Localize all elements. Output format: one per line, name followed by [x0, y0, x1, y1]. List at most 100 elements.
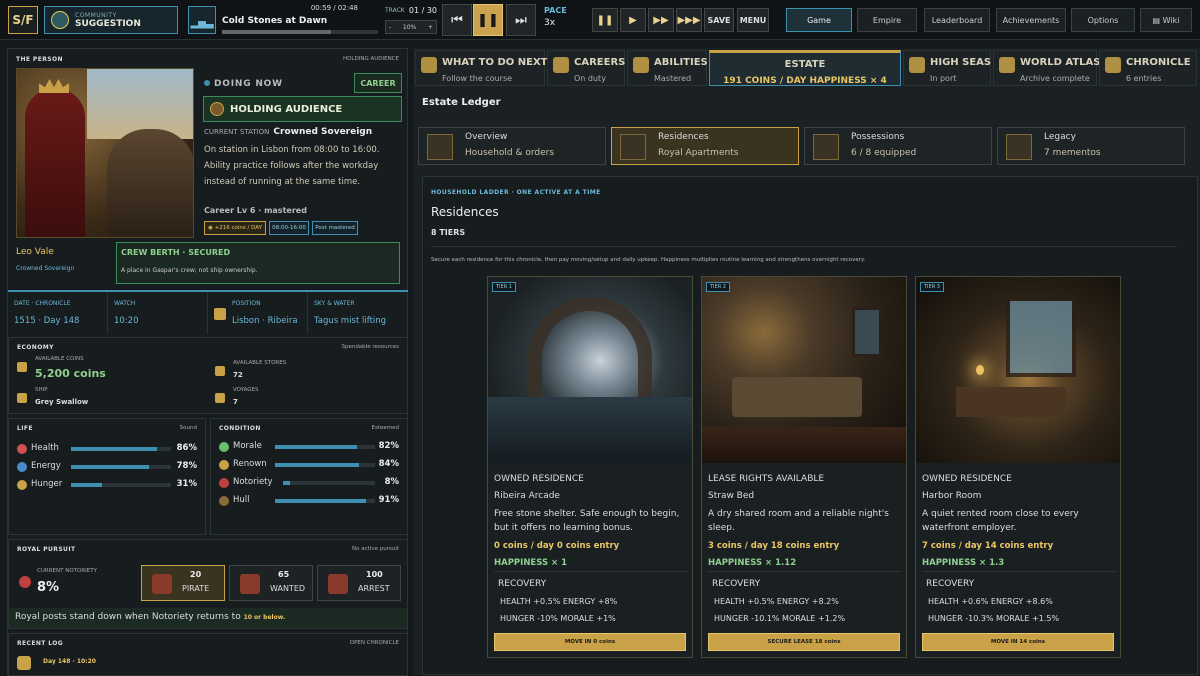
tab-careers[interactable]: CAREERS On duty — [547, 50, 625, 86]
secure-lease-button[interactable]: SECURE LEASE 18 coins — [708, 633, 900, 651]
ship-stat: SHIP Grey Swallow — [17, 387, 197, 413]
song-display: 00:59 / 02:48 Cold Stones at Dawn — [222, 4, 378, 36]
next-track-button[interactable]: ⏭ — [506, 4, 536, 36]
careers-icon — [553, 57, 569, 73]
lightbulb-icon — [51, 11, 69, 29]
equalizer-icon[interactable]: ▂▅▃ — [188, 6, 216, 34]
doing-now-label: DOING NOW — [204, 79, 283, 89]
crossed-swords-icon — [152, 574, 172, 594]
person-status: HOLDING AUDIENCE — [342, 56, 399, 62]
current-station: CURRENT STATION Crowned Sovereign — [204, 127, 373, 137]
main-panel: WHAT TO DO NEXT Follow the course CAREERS… — [413, 48, 1200, 675]
career-tag[interactable]: CAREER — [354, 73, 402, 93]
nav-wiki-label: Wiki — [1162, 15, 1180, 25]
ladder-tiers: 8 TIERS — [431, 228, 466, 237]
activity-banner: HOLDING AUDIENCE — [203, 96, 402, 122]
residence-card-2[interactable]: TIER 2 LEASE RIGHTS AVAILABLE Straw Bed … — [701, 276, 907, 658]
morale-stat: Morale 82% — [219, 441, 399, 453]
nav-game[interactable]: Game — [786, 8, 852, 32]
volume-up-button[interactable]: + — [428, 24, 433, 31]
nav-leaderboard[interactable]: Leaderboard — [924, 8, 990, 32]
pace-value: 3x — [544, 18, 556, 28]
residence-cost: 7 coins / day 14 coins entry — [922, 541, 1054, 551]
renown-stat: Renown 84% — [219, 459, 399, 471]
condition-subtitle: Esteemed — [371, 425, 400, 431]
recent-log-panel: RECENT LOG OPEN CHRONICLE Day 148 · 10:2… — [8, 633, 408, 676]
residence-card-3[interactable]: TIER 3 OWNED RESIDENCE Harbor Room A qui… — [915, 276, 1121, 658]
tab-high-seas[interactable]: HIGH SEAS In port — [903, 50, 991, 86]
song-time: 00:59 / 02:48 — [310, 4, 358, 12]
volume-control[interactable]: - 10% + — [385, 20, 437, 34]
nav-achievements[interactable]: Achievements — [996, 8, 1066, 32]
pace-3x-button[interactable]: ▶▶▶ — [676, 8, 702, 32]
life-panel: LIFE Sound Health 86% Energy 78% Hunger … — [8, 418, 206, 535]
pirate-tier-card[interactable]: 20 PIRATE — [141, 565, 225, 601]
pace-pause-button[interactable]: ❚❚ — [592, 8, 618, 32]
community-suggestion-button[interactable]: COMMUNITY SUGGESTION — [44, 6, 178, 34]
left-panel: THE PERSON HOLDING AUDIENCE DOING NOW CA… — [7, 48, 408, 676]
volume-down-button[interactable]: - — [389, 24, 391, 31]
signpost-icon — [421, 57, 437, 73]
nav-wiki[interactable]: ▤ Wiki — [1140, 8, 1192, 32]
life-title: LIFE — [17, 425, 33, 432]
estate-tab-overview[interactable]: Overview Household & orders — [418, 127, 606, 165]
economy-subtitle: Spendable resources — [341, 344, 399, 350]
move-in-button[interactable]: MOVE IN 0 coins — [494, 633, 686, 651]
tab-abilities[interactable]: ABILITIES Mastered — [627, 50, 708, 86]
wanted-poster-icon — [240, 574, 260, 594]
nav-empire[interactable]: Empire — [857, 8, 917, 32]
wanted-tier-card[interactable]: 65 WANTED — [229, 565, 313, 601]
estate-ledger-title: Estate Ledger — [422, 97, 501, 108]
residence-card-1[interactable]: TIER 1 OWNED RESIDENCE Ribeira Arcade Fr… — [487, 276, 693, 658]
ladder-description: Secure each residence for this chronicle… — [431, 257, 866, 263]
residence-cost: 0 coins / day 0 coins entry — [494, 541, 620, 551]
estate-tab-legacy[interactable]: Legacy 7 mementos — [997, 127, 1185, 165]
pursuit-note: Royal posts stand down when Notoriety re… — [9, 608, 407, 628]
pace-1x-button[interactable]: ▶ — [620, 8, 646, 32]
energy-stat: Energy 78% — [17, 461, 197, 473]
notoriety-icon — [219, 478, 229, 488]
open-book-icon — [1105, 57, 1121, 73]
health-stat: Health 86% — [17, 443, 197, 455]
nav-options[interactable]: Options — [1071, 8, 1135, 32]
crew-berth-card: CREW BERTH · SECURED A place in Gaspar's… — [116, 242, 400, 284]
activity-description: On station in Lisbon from 08:00 to 16:00… — [204, 145, 380, 187]
clipboard-icon — [427, 134, 453, 160]
economy-panel: ECONOMY Spendable resources AVAILABLE CO… — [8, 337, 408, 414]
morale-icon — [219, 442, 229, 452]
compass-icon — [215, 393, 225, 403]
save-button[interactable]: SAVE — [704, 8, 734, 32]
residence-happiness: HAPPINESS × 1.3 — [922, 558, 1005, 568]
ship-icon — [909, 57, 925, 73]
residence-happiness: HAPPINESS × 1 — [494, 558, 568, 568]
pace-label: PACE — [544, 6, 567, 15]
residence-image-1 — [488, 277, 692, 463]
move-in-button[interactable]: MOVE IN 14 coins — [922, 633, 1114, 651]
tab-world-atlas[interactable]: WORLD ATLAS Archive complete — [993, 50, 1100, 86]
pace-2x-button[interactable]: ▶▶ — [648, 8, 674, 32]
coin-pouch-icon — [17, 362, 27, 372]
song-progress[interactable] — [222, 30, 378, 34]
tab-what-to-do-next[interactable]: WHAT TO DO NEXT Follow the course — [415, 50, 547, 86]
notoriety-stat: Notoriety 8% — [219, 477, 399, 489]
community-label: COMMUNITY — [75, 11, 117, 19]
arrest-tier-card[interactable]: 100 ARREST — [317, 565, 401, 601]
tier-badge: TIER 2 — [706, 282, 730, 292]
pause-button[interactable]: ❚❚ — [473, 4, 503, 36]
hull-stat: Hull 91% — [219, 495, 399, 507]
chest-icon — [813, 134, 839, 160]
stores-stat: AVAILABLE STORES 72 — [215, 360, 395, 386]
tab-chronicle[interactable]: CHRONICLE 6 entries — [1099, 50, 1197, 86]
estate-tab-possessions[interactable]: Possessions 6 / 8 equipped — [804, 127, 992, 165]
residence-image-2 — [702, 277, 906, 463]
open-chronicle-link[interactable]: OPEN CHRONICLE — [350, 640, 399, 646]
residence-happiness: HAPPINESS × 1.12 — [708, 558, 797, 568]
berth-description: A place in Gaspar's crew; not ship owner… — [121, 267, 258, 274]
ladder-caption: HOUSEHOLD LADDER · ONE ACTIVE AT A TIME — [431, 189, 601, 196]
estate-tab-residences[interactable]: Residences Royal Apartments — [611, 127, 799, 165]
tab-estate[interactable]: ESTATE 191 COINS / DAY HAPPINESS × 4 — [709, 50, 901, 86]
shackles-icon — [328, 574, 348, 594]
menu-button[interactable]: MENU — [737, 8, 769, 32]
logo[interactable]: S/F — [8, 6, 38, 34]
previous-track-button[interactable]: ⏮ — [442, 4, 472, 36]
